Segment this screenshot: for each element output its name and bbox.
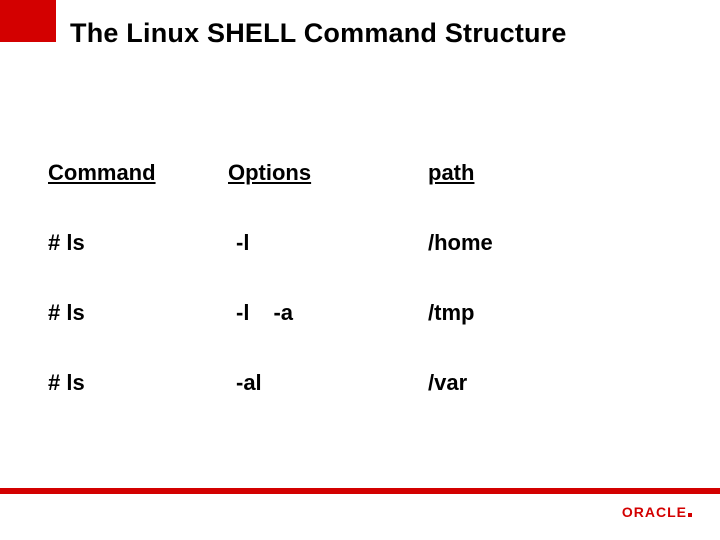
table-row: # ls -al /var — [48, 370, 672, 440]
cell-options: -l — [228, 230, 428, 256]
cell-command: # ls — [48, 370, 228, 396]
cell-options: -al — [228, 370, 428, 396]
header-path: path — [428, 160, 648, 186]
slide-title: The Linux SHELL Command Structure — [70, 18, 567, 49]
option-value: -al — [228, 370, 262, 395]
cell-path: /tmp — [428, 300, 648, 326]
option-value: -a — [273, 300, 293, 326]
logo-text: ORACLE — [622, 504, 687, 520]
cell-command: # ls — [48, 300, 228, 326]
table-header-row: Command Options path — [48, 160, 672, 230]
option-value: -l — [228, 230, 249, 255]
accent-block — [0, 0, 56, 42]
header-options: Options — [228, 160, 428, 186]
cell-path: /var — [428, 370, 648, 396]
command-table: Command Options path # ls -l /home # ls … — [48, 160, 672, 440]
table-row: # ls -l -a /tmp — [48, 300, 672, 370]
slide: The Linux SHELL Command Structure Comman… — [0, 0, 720, 540]
cell-command: # ls — [48, 230, 228, 256]
logo-dot-icon — [688, 513, 692, 517]
oracle-logo: ORACLE — [622, 504, 692, 520]
footer-divider — [0, 488, 720, 494]
header-command: Command — [48, 160, 228, 186]
cell-options: -l -a — [228, 300, 428, 326]
table-row: # ls -l /home — [48, 230, 672, 300]
option-value: -l — [236, 300, 249, 326]
cell-path: /home — [428, 230, 648, 256]
